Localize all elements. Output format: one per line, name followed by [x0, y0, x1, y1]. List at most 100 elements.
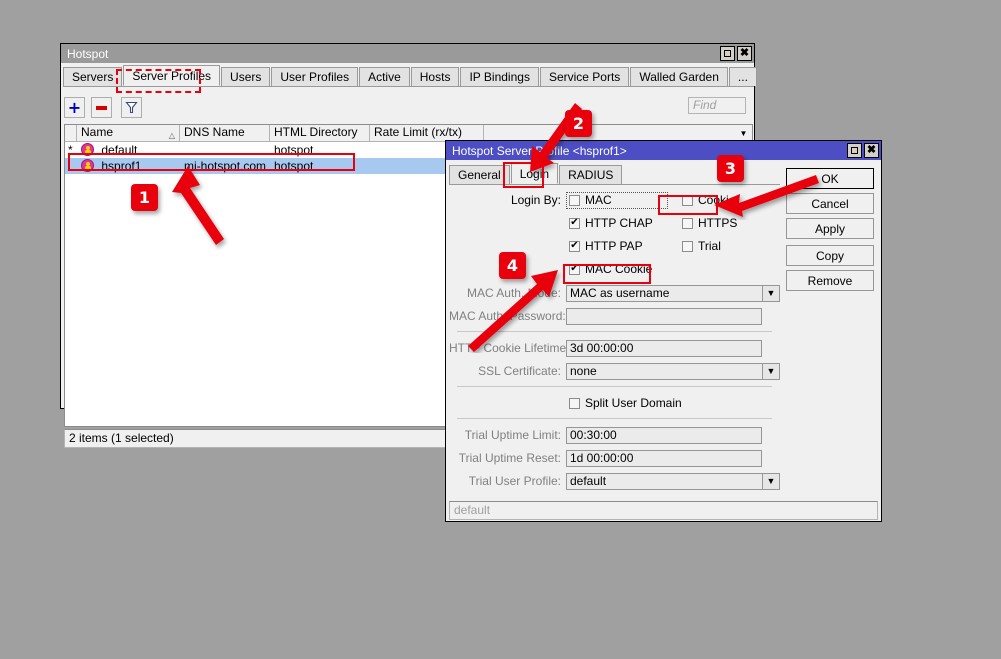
col-header-label: Name [81, 125, 113, 139]
mac-auth-mode-dropdown[interactable]: ▼ [763, 285, 780, 302]
dialog-maximize-button[interactable] [847, 143, 862, 158]
checkbox-box[interactable] [682, 241, 693, 252]
checkbox-box[interactable]: ✔ [569, 241, 580, 252]
trial-user-profile-dropdown[interactable]: ▼ [763, 473, 780, 490]
square-icon [724, 50, 731, 57]
tab-label: General [458, 168, 501, 182]
col-dns-name[interactable]: DNS Name [180, 125, 270, 142]
remove-button[interactable]: Remove [786, 270, 874, 291]
tab-radius[interactable]: RADIUS [559, 165, 622, 184]
trial-uptime-reset-row: Trial Uptime Reset: 1d 00:00:00 [449, 448, 780, 468]
close-icon: ✖ [740, 48, 749, 59]
tab-label: Server Profiles [132, 69, 211, 83]
trial-checkbox[interactable]: Trial [682, 239, 721, 253]
login-by-row: Login By: MAC Cookie [449, 190, 780, 210]
checkbox-box[interactable] [569, 195, 580, 206]
tab-more[interactable]: ... [729, 67, 757, 86]
login-panel: Login By: MAC Cookie ✔ HTTP CHAP [449, 190, 780, 494]
annotation-badge-2: 2 [565, 110, 592, 137]
login-by-label: Login By: [449, 193, 566, 207]
tab-login[interactable]: Login [511, 163, 558, 184]
checkbox-label: Trial [698, 239, 721, 253]
filter-button[interactable] [121, 97, 142, 118]
dialog-status-text: default [454, 503, 490, 517]
divider [457, 418, 772, 419]
maximize-button[interactable] [720, 46, 735, 61]
tab-label: Walled Garden [639, 70, 719, 84]
tab-walled-garden[interactable]: Walled Garden [630, 67, 728, 86]
find-placeholder: Find [693, 98, 716, 112]
col-name[interactable]: Name △ [77, 125, 180, 142]
mac-auth-mode-input[interactable]: MAC as username [566, 285, 763, 302]
cookie-checkbox[interactable]: Cookie [682, 193, 735, 207]
main-window-titlebar[interactable]: Hotspot ✖ [61, 44, 754, 63]
check-icon: ✔ [570, 218, 578, 228]
hotspot-server-profile-dialog: Hotspot Server Profile <hsprof1> ✖ Gener… [445, 140, 882, 522]
add-button[interactable]: + [64, 97, 85, 118]
row-flag: * [65, 142, 77, 158]
apply-button[interactable]: Apply [786, 218, 874, 239]
remove-button[interactable] [91, 97, 112, 118]
trial-user-profile-input[interactable]: default [566, 473, 763, 490]
chevron-down-icon: ▼ [767, 477, 776, 486]
annotation-badge-4: 4 [499, 252, 526, 279]
mac-auth-password-input[interactable] [566, 308, 762, 325]
main-tabstrip: Servers Server Profiles Users User Profi… [63, 66, 754, 87]
trial-uptime-limit-input[interactable]: 00:30:00 [566, 427, 762, 444]
plus-icon: + [68, 101, 81, 114]
mac-auth-password-label: MAC Auth. Password: [449, 309, 566, 323]
divider [457, 386, 772, 387]
copy-button[interactable]: Copy [786, 245, 874, 266]
status-text: 2 items (1 selected) [69, 431, 174, 445]
ssl-certificate-input[interactable]: none [566, 363, 763, 380]
checkbox-label: Split User Domain [585, 396, 682, 410]
check-icon: ✔ [570, 241, 578, 251]
checkbox-box[interactable]: ✔ [569, 264, 580, 275]
button-label: Apply [815, 222, 845, 236]
checkbox-box[interactable] [569, 398, 580, 409]
button-label: Remove [808, 274, 853, 288]
row-html-directory: hotspot [270, 158, 370, 174]
mac-checkbox[interactable]: MAC [566, 192, 668, 209]
cancel-button[interactable]: Cancel [786, 193, 874, 214]
tab-ip-bindings[interactable]: IP Bindings [460, 67, 539, 86]
split-user-domain-row: Split User Domain [449, 393, 780, 413]
minus-icon [96, 106, 107, 110]
tab-server-profiles[interactable]: Server Profiles [123, 65, 220, 86]
tab-servers[interactable]: Servers [63, 67, 122, 86]
tab-label: Servers [72, 70, 113, 84]
tab-label: Login [520, 167, 549, 181]
http-cookie-lifetime-input[interactable]: 3d 00:00:00 [566, 340, 762, 357]
tab-label: RADIUS [568, 168, 613, 182]
ok-button[interactable]: OK [786, 168, 874, 189]
row-name: default [77, 142, 180, 158]
split-user-domain-checkbox[interactable]: Split User Domain [566, 396, 682, 410]
col-header-label: HTML Directory [274, 125, 358, 139]
ssl-certificate-dropdown[interactable]: ▼ [763, 363, 780, 380]
chevron-down-icon: ▼ [767, 367, 776, 376]
tab-hosts[interactable]: Hosts [411, 67, 460, 86]
trial-uptime-reset-label: Trial Uptime Reset: [449, 451, 566, 465]
mac-cookie-checkbox[interactable]: ✔ MAC Cookie [566, 262, 652, 276]
trial-uptime-reset-input[interactable]: 1d 00:00:00 [566, 450, 762, 467]
tab-user-profiles[interactable]: User Profiles [271, 67, 358, 86]
col-html-directory[interactable]: HTML Directory [270, 125, 370, 142]
close-button[interactable]: ✖ [737, 46, 752, 61]
search-input[interactable]: Find [688, 97, 746, 114]
tab-users[interactable]: Users [221, 67, 270, 86]
dialog-close-button[interactable]: ✖ [864, 143, 879, 158]
tab-general[interactable]: General [449, 165, 510, 184]
checkbox-box[interactable] [682, 218, 693, 229]
http-cookie-lifetime-label: HTTP Cookie Lifetime: [449, 341, 566, 355]
checkbox-label: MAC Cookie [585, 262, 652, 276]
http-chap-checkbox[interactable]: ✔ HTTP CHAP [566, 216, 668, 230]
hotspot-profile-icon [81, 143, 94, 156]
http-pap-checkbox[interactable]: ✔ HTTP PAP [566, 239, 668, 253]
dialog-titlebar[interactable]: Hotspot Server Profile <hsprof1> ✖ [446, 141, 881, 160]
https-checkbox[interactable]: HTTPS [682, 216, 737, 230]
tab-service-ports[interactable]: Service Ports [540, 67, 629, 86]
tab-active[interactable]: Active [359, 67, 410, 86]
checkbox-box[interactable] [682, 195, 693, 206]
checkbox-box[interactable]: ✔ [569, 218, 580, 229]
tab-label: Service Ports [549, 70, 620, 84]
